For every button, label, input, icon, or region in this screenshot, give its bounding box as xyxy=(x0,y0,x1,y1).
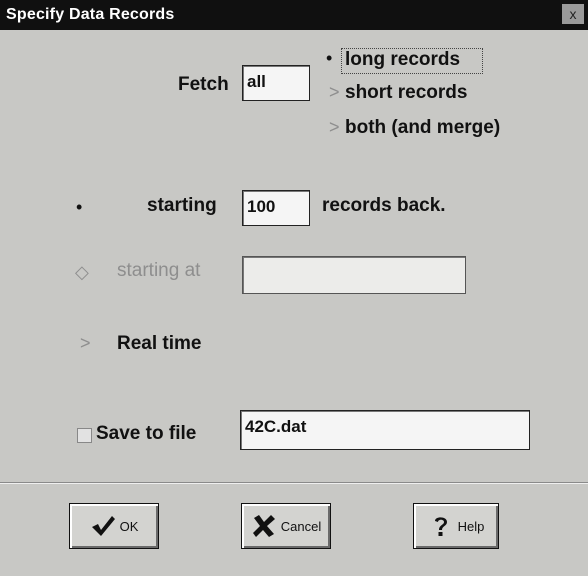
radio-diamond-icon: > xyxy=(329,117,340,137)
cancel-x-icon xyxy=(252,515,275,537)
radio-diamond-icon[interactable]: > xyxy=(80,333,91,354)
radio-dot-icon: • xyxy=(326,48,333,68)
option-short-records[interactable]: short records xyxy=(345,82,467,104)
save-to-file-label: Save to file xyxy=(96,423,197,444)
records-back-label: records back. xyxy=(322,195,446,216)
cancel-button-label: Cancel xyxy=(280,518,322,534)
radio-dot-icon[interactable]: • xyxy=(76,197,82,218)
starting-at-label: starting at xyxy=(117,260,201,281)
save-filename-input[interactable]: 42C.dat xyxy=(240,410,530,450)
radio-diamond-icon[interactable]: ◇ xyxy=(75,262,89,283)
real-time-label: Real time xyxy=(117,333,202,354)
option-both-merge[interactable]: both (and merge) xyxy=(345,117,500,139)
specify-data-records-dialog: Specify Data Records x Fetch all • long … xyxy=(0,0,588,576)
title-bar: Specify Data Records x xyxy=(0,0,588,30)
help-button-label: Help xyxy=(457,518,485,534)
question-mark-icon xyxy=(434,517,447,536)
ok-button[interactable]: OK xyxy=(69,503,159,549)
ok-button-label: OK xyxy=(119,518,139,534)
window-title: Specify Data Records xyxy=(6,6,175,23)
starting-at-input[interactable] xyxy=(242,256,466,294)
fetch-count-input[interactable]: all xyxy=(242,65,310,101)
records-back-input[interactable]: 100 xyxy=(242,190,310,226)
radio-diamond-icon: > xyxy=(329,82,340,102)
save-to-file-checkbox[interactable] xyxy=(77,428,92,443)
help-button[interactable]: Help xyxy=(413,503,499,549)
close-button[interactable]: x xyxy=(562,4,584,24)
cancel-button[interactable]: Cancel xyxy=(241,503,331,549)
checkmark-icon xyxy=(91,516,115,536)
starting-label: starting xyxy=(147,195,217,216)
separator xyxy=(0,482,588,484)
fetch-label: Fetch xyxy=(178,74,229,95)
option-long-records[interactable]: long records xyxy=(345,49,460,71)
